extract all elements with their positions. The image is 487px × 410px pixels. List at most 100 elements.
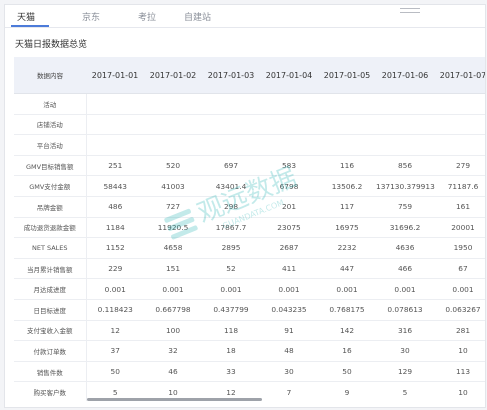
row-label: 付款订单数 <box>14 340 87 362</box>
row-label: 平台活动 <box>14 134 87 156</box>
table-cell: 298 <box>202 196 260 218</box>
table-cell: 116 <box>318 155 376 177</box>
table-cell: 118 <box>202 320 260 342</box>
table-row: 支付宝收入金额 12 100 118 91 142 316 281 <box>14 320 485 342</box>
table-cell: 10 <box>434 340 485 362</box>
table-cell: 117 <box>318 196 376 218</box>
table-row: 吊牌金额 486 727 298 201 117 759 161 <box>14 196 485 218</box>
table-cell: 4658 <box>144 237 202 259</box>
table-cell: 447 <box>318 258 376 280</box>
table-cell: 6798 <box>260 175 318 197</box>
table-cell <box>144 114 202 136</box>
table-cell: 251 <box>86 155 144 177</box>
table-cell: 30 <box>260 361 318 383</box>
table-cell: 50 <box>318 361 376 383</box>
table-cell <box>144 93 202 115</box>
table-cell: 486 <box>86 196 144 218</box>
table-cell <box>260 134 318 156</box>
date-header: 2017-01-06 <box>376 57 434 94</box>
table-cell: 229 <box>86 258 144 280</box>
table-cell: 10 <box>434 381 485 401</box>
table-cell: 30 <box>376 340 434 362</box>
table-cell <box>260 93 318 115</box>
tab-self-site[interactable]: 自建站 <box>184 10 211 23</box>
table-cell: 9 <box>318 381 376 401</box>
table-cell <box>434 93 485 115</box>
table-cell: 583 <box>260 155 318 177</box>
table-cell: 37 <box>86 340 144 362</box>
report-table-container[interactable]: 数据内容 2017-01-01 2017-01-02 2017-01-03 2017-… <box>14 57 485 401</box>
horizontal-scrollbar[interactable] <box>87 398 262 401</box>
row-label: 店铺活动 <box>14 114 87 136</box>
table-cell: 279 <box>434 155 485 177</box>
channel-tabs: 天猫 京东 考拉 自建站 <box>5 5 485 28</box>
date-header: 2017-01-03 <box>202 57 260 94</box>
table-cell: 520 <box>144 155 202 177</box>
row-label: 销售件数 <box>14 361 87 383</box>
table-cell <box>318 114 376 136</box>
row-label: GMV支付金额 <box>14 175 87 197</box>
table-cell: 5 <box>376 381 434 401</box>
table-row: 成功退货退款金额 1184 11920.5 17867.7 23075 16975 3169… <box>14 217 485 239</box>
table-cell: 0.001 <box>318 278 376 300</box>
table-cell: 316 <box>376 320 434 342</box>
row-label: 吊牌金额 <box>14 196 87 218</box>
table-row: 月达成进度 0.001 0.001 0.001 0.001 0.001 0.001 0.001 <box>14 278 485 300</box>
table-cell: 23075 <box>260 217 318 239</box>
table-cell: 2895 <box>202 237 260 259</box>
date-header: 2017-01-01 <box>86 57 144 94</box>
table-row: NET SALES 1152 4658 2895 2687 2232 4636 1950 <box>14 237 485 259</box>
row-label: 当月累计销售额 <box>14 258 87 280</box>
tab-jd[interactable]: 京东 <box>82 10 100 23</box>
table-cell: 0.667798 <box>144 299 202 321</box>
table-cell: 16 <box>318 340 376 362</box>
table-cell: 58443 <box>86 175 144 197</box>
table-body: 活动 店铺活动 平台活动 GMV目标销售额 251 520 697 583 116 856 279 G… <box>14 93 485 401</box>
table-cell: 48 <box>260 340 318 362</box>
table-header-row: 数据内容 2017-01-01 2017-01-02 2017-01-03 2017-… <box>14 57 485 94</box>
table-cell <box>86 114 144 136</box>
table-cell: 0.001 <box>144 278 202 300</box>
table-cell <box>434 114 485 136</box>
table-cell: 0.001 <box>202 278 260 300</box>
row-label: 支付宝收入金额 <box>14 320 87 342</box>
table-cell: 33 <box>202 361 260 383</box>
table-cell: 466 <box>376 258 434 280</box>
table-cell: 1152 <box>86 237 144 259</box>
table-cell: 41003 <box>144 175 202 197</box>
table-cell: 43401.4 <box>202 175 260 197</box>
table-cell: 18 <box>202 340 260 362</box>
table-cell <box>86 134 144 156</box>
table-row: 当月累计销售额 229 151 52 411 447 466 67 <box>14 258 485 280</box>
table-cell: 31696.2 <box>376 217 434 239</box>
daily-report-table: 数据内容 2017-01-01 2017-01-02 2017-01-03 2017-… <box>14 57 485 401</box>
table-cell <box>260 114 318 136</box>
table-cell <box>318 134 376 156</box>
table-cell <box>376 134 434 156</box>
table-cell: 1184 <box>86 217 144 239</box>
tab-tmall[interactable]: 天猫 <box>17 10 35 23</box>
table-cell: 411 <box>260 258 318 280</box>
table-cell: 856 <box>376 155 434 177</box>
drag-handle-icon[interactable] <box>400 8 420 13</box>
table-cell <box>202 114 260 136</box>
table-cell: 67 <box>434 258 485 280</box>
table-cell: 100 <box>144 320 202 342</box>
table-cell: 4636 <box>376 237 434 259</box>
table-cell <box>318 93 376 115</box>
tab-kaola[interactable]: 考拉 <box>138 10 156 23</box>
table-cell: 727 <box>144 196 202 218</box>
table-cell: 142 <box>318 320 376 342</box>
table-cell: 0.078613 <box>376 299 434 321</box>
table-cell: 13506.2 <box>318 175 376 197</box>
row-label: 成功退货退款金额 <box>14 217 87 239</box>
table-cell: 12 <box>86 320 144 342</box>
table-row: GMV支付金额 58443 41003 43401.4 6798 13506.2 13713… <box>14 175 485 197</box>
table-cell: 0.063267 <box>434 299 485 321</box>
panel-title: 天猫日报数据总览 <box>15 40 88 50</box>
date-header: 2017-01-02 <box>144 57 202 94</box>
table-cell: 137130.379913 <box>376 175 435 197</box>
table-cell: 2687 <box>260 237 318 259</box>
table-cell: 161 <box>434 196 485 218</box>
row-label: NET SALES <box>14 237 87 259</box>
